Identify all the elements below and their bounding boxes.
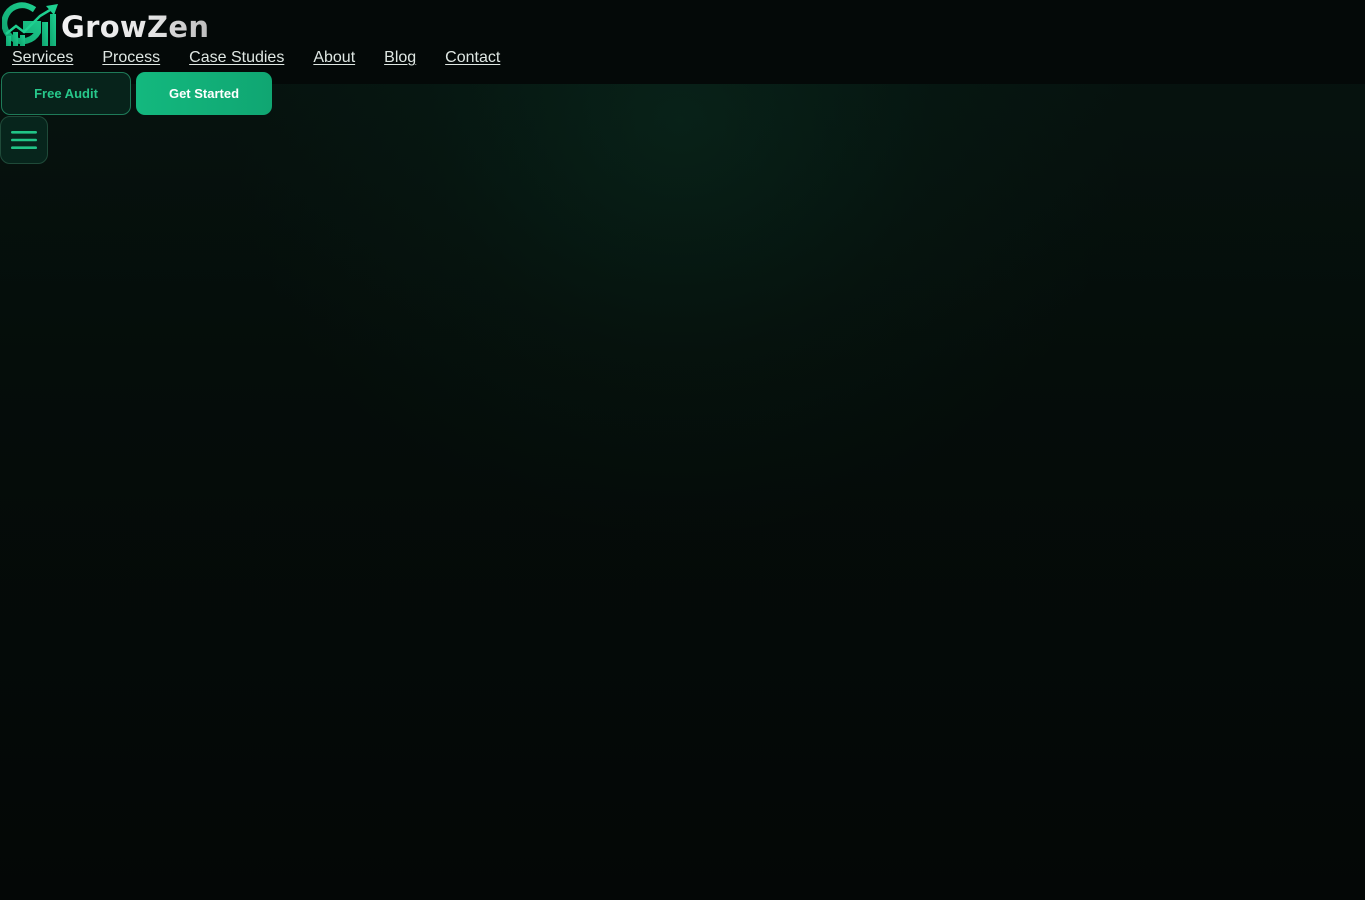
nav-link-contact[interactable]: Contact [445,48,500,68]
growth-chart-logo-icon [2,2,58,46]
nav-link-services[interactable]: Services [12,48,73,68]
hamburger-menu-icon [11,131,37,149]
nav-link-blog[interactable]: Blog [384,48,416,68]
nav-link-case-studies[interactable]: Case Studies [189,48,284,68]
nav-link-process[interactable]: Process [102,48,160,68]
free-audit-button[interactable]: Free Audit [1,72,131,115]
main-nav: Services Process Case Studies About Blog… [12,47,529,69]
page: GrowZen Services Process Case Studies Ab… [0,0,1365,900]
menu-toggle-button[interactable] [0,116,48,164]
brand-name: GrowZen [61,9,210,44]
get-started-button[interactable]: Get Started [136,72,272,115]
brand-logo-link[interactable]: GrowZen [2,2,209,46]
nav-link-about[interactable]: About [313,48,355,68]
